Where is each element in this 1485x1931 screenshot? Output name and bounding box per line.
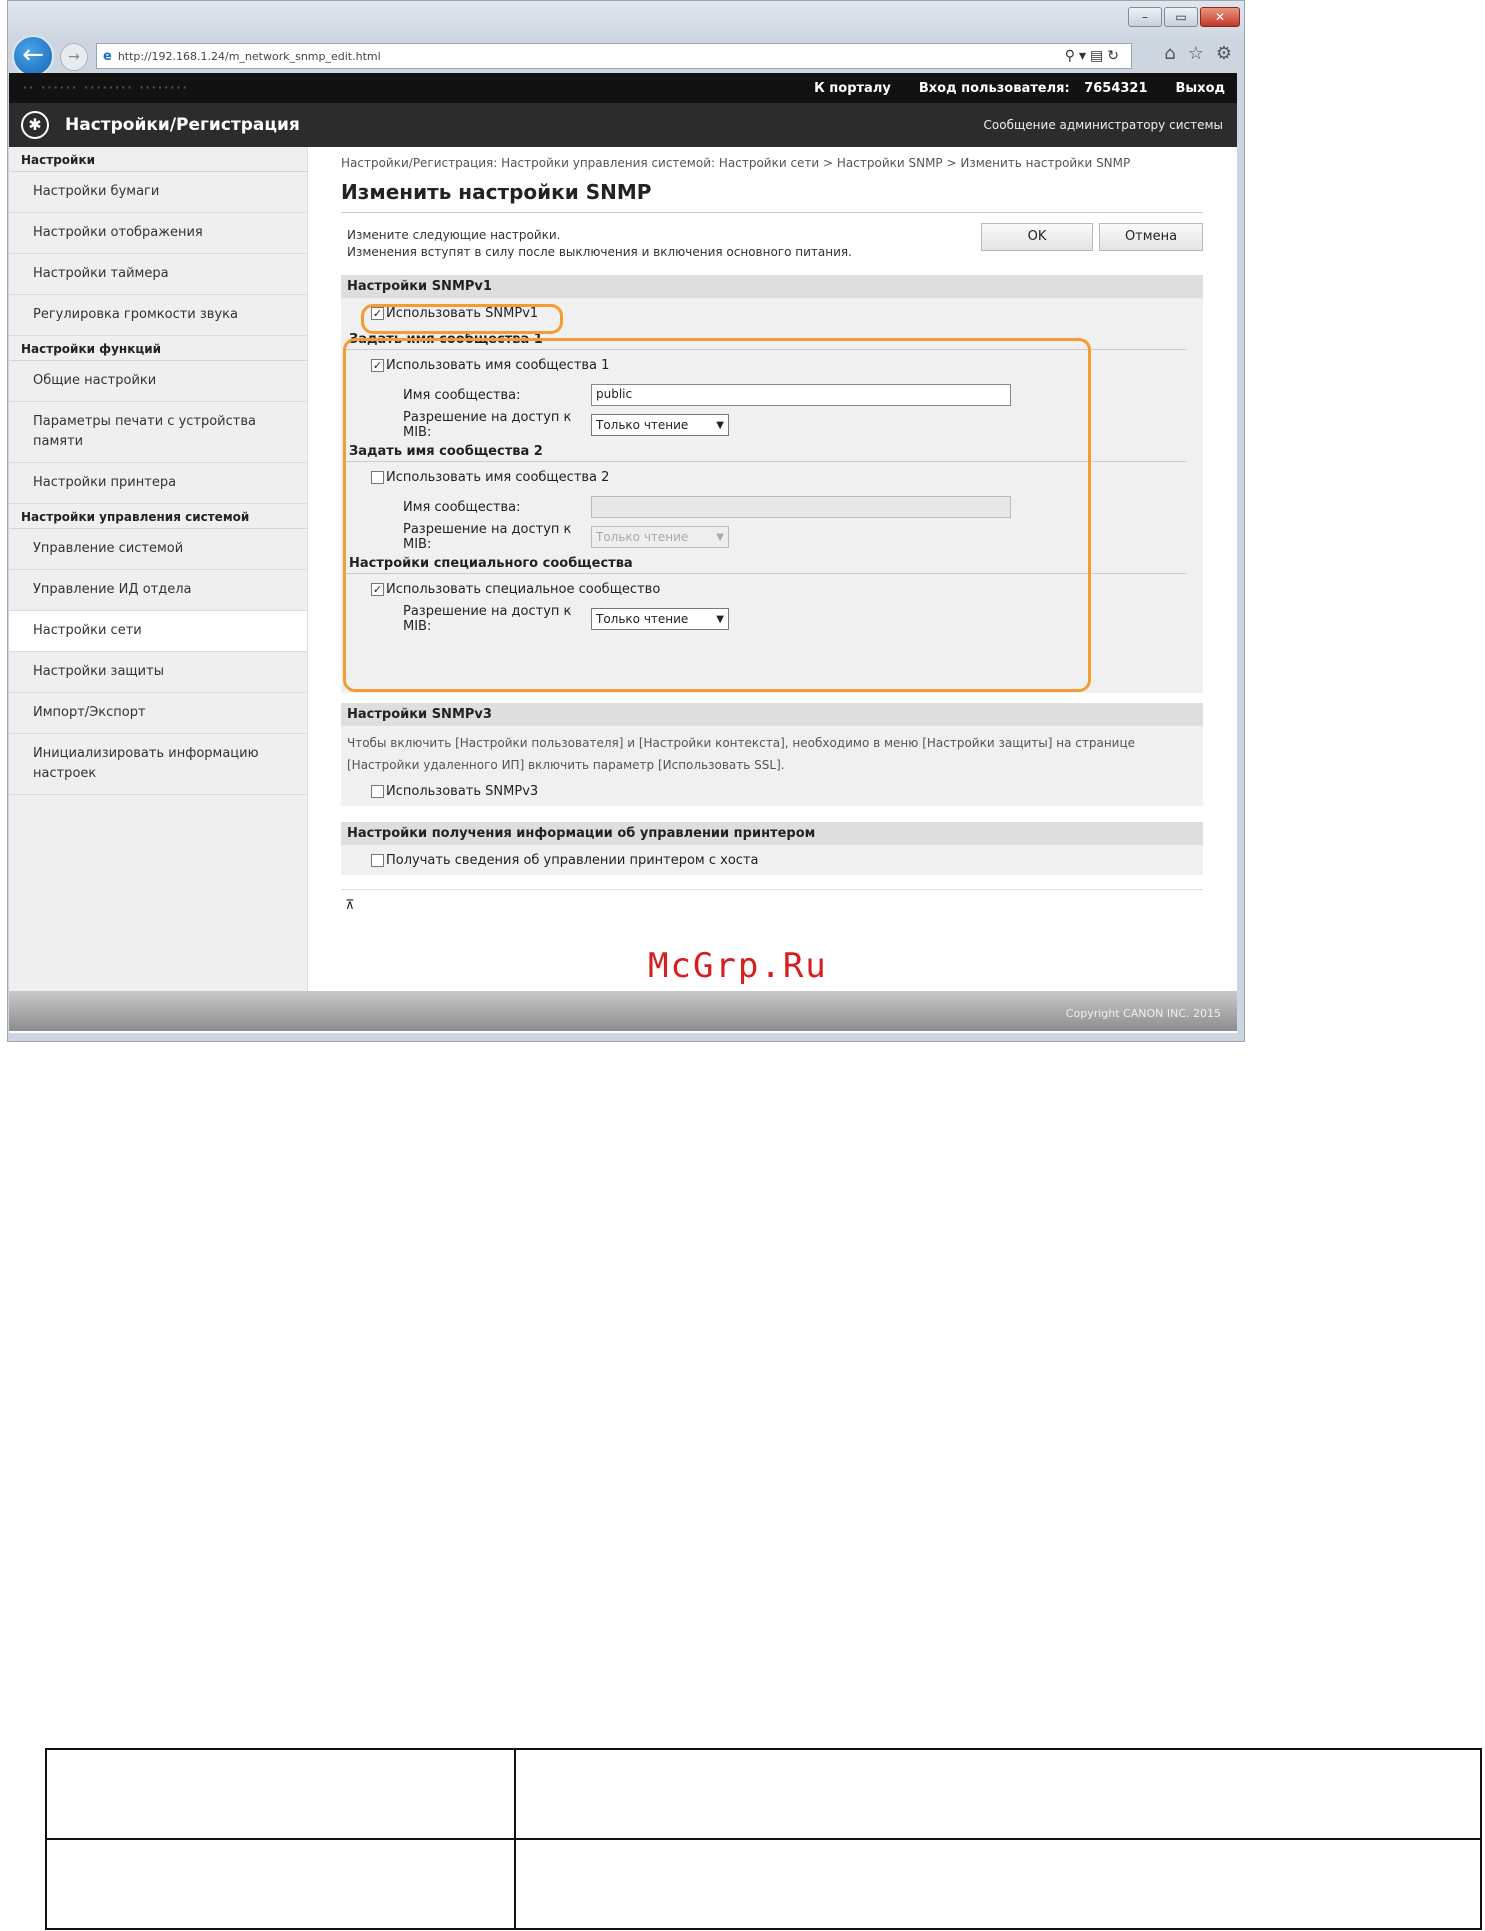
sidebar-item-system[interactable]: Управление системой [9, 529, 307, 570]
close-button[interactable]: ✕ [1200, 7, 1240, 27]
browser-window: – ▭ ✕ ← → e http://192.168.1.24/m_networ… [7, 0, 1245, 1042]
sidebar-item-import-export[interactable]: Импорт/Экспорт [9, 693, 307, 734]
main-content: Настройки/Регистрация: Настройки управле… [341, 147, 1203, 913]
table-cell [514, 1748, 1482, 1840]
ok-button[interactable]: OK [981, 223, 1093, 251]
sidebar-group-management: Настройки управления системой [9, 504, 307, 529]
table-row [45, 1838, 1482, 1930]
use-snmpv3-label: Использовать SNMPv3 [386, 783, 539, 799]
printer-info-section: Настройки получения информации об управл… [341, 822, 1203, 875]
home-icon[interactable]: ⌂ [1164, 43, 1175, 64]
table-cell [45, 1838, 516, 1930]
sidebar-item-common[interactable]: Общие настройки [9, 361, 307, 402]
ie-logo-icon: e [103, 48, 112, 64]
printer-info-heading: Настройки получения информации об управл… [341, 822, 1203, 845]
watermark-text: McGrp.Ru [648, 946, 828, 986]
top-user-bar: ·· ······ ········ ········ К порталу Вх… [9, 73, 1237, 103]
empty-table [45, 1748, 1482, 1930]
use-snmpv3-checkbox[interactable] [371, 784, 384, 798]
sidebar-item-volume[interactable]: Регулировка громкости звука [9, 295, 307, 336]
snmpv3-heading: Настройки SNMPv3 [341, 703, 1203, 726]
favorites-star-icon[interactable]: ☆ [1188, 43, 1204, 64]
sidebar-item-printer[interactable]: Настройки принтера [9, 463, 307, 504]
window-controls: – ▭ ✕ [1126, 7, 1240, 27]
use-snmpv3-row: Использовать SNMPv3 [341, 776, 1203, 806]
sidebar-item-display[interactable]: Настройки отображения [9, 213, 307, 254]
snmpv1-section: Настройки SNMPv1 ✓ Использовать SNMPv1 З… [341, 275, 1203, 693]
sidebar-item-dept-id[interactable]: Управление ИД отдела [9, 570, 307, 611]
sidebar-item-network[interactable]: Настройки сети [9, 611, 307, 652]
to-top-row: ⊼ [341, 889, 1203, 913]
page-viewport: ·· ······ ········ ········ К порталу Вх… [9, 73, 1237, 1033]
highlight-community-settings [343, 338, 1091, 692]
settings-logo-icon: ✱ [21, 111, 49, 139]
breadcrumb: Настройки/Регистрация: Настройки управле… [341, 156, 1131, 170]
user-id: 7654321 [1084, 80, 1148, 96]
logout-link[interactable]: Выход [1176, 81, 1225, 96]
back-arrow-icon[interactable]: ← [12, 35, 54, 77]
sidebar: Настройки Настройки бумаги Настройки ото… [9, 147, 308, 991]
to-top-icon[interactable]: ⊼ [345, 898, 355, 913]
app-title: Настройки/Регистрация [65, 115, 300, 135]
printer-info-checkbox[interactable] [371, 853, 384, 867]
forward-arrow-icon[interactable]: → [60, 43, 88, 71]
login-info: Вход пользователя: 7654321 [919, 81, 1148, 96]
search-refresh-icons[interactable]: ⚲▾▤↻ [1065, 48, 1131, 64]
sidebar-item-initialize[interactable]: Инициализировать информацию настроек [9, 734, 307, 795]
highlight-snmpv1-checkbox [361, 304, 563, 334]
table-cell [45, 1748, 516, 1840]
table-cell [514, 1838, 1482, 1930]
snmpv3-section: Настройки SNMPv3 Чтобы включить [Настрой… [341, 703, 1203, 806]
page-title: Изменить настройки SNMP [341, 180, 1203, 213]
printer-info-row: Получать сведения об управлении принтеро… [341, 845, 1203, 875]
url-text: http://192.168.1.24/m_network_snmp_edit.… [117, 49, 381, 63]
portal-link[interactable]: К порталу [814, 81, 891, 96]
snmpv3-note: Чтобы включить [Настройки пользователя] … [347, 736, 1136, 772]
table-row [45, 1748, 1482, 1840]
sidebar-item-timer[interactable]: Настройки таймера [9, 254, 307, 295]
sidebar-item-paper[interactable]: Настройки бумаги [9, 172, 307, 213]
blurred-device-info: ·· ······ ········ ········ [23, 81, 189, 94]
cancel-button[interactable]: Отмена [1099, 223, 1203, 251]
intro-block: Измените следующие настройки. Изменения … [341, 219, 1203, 269]
sidebar-group-functions: Настройки функций [9, 336, 307, 361]
sidebar-group-settings: Настройки [9, 147, 307, 172]
login-label: Вход пользователя: [918, 80, 1070, 96]
app-header: ✱ Настройки/Регистрация Сообщение админи… [9, 103, 1237, 147]
snmpv1-heading: Настройки SNMPv1 [341, 275, 1203, 298]
admin-message-link[interactable]: Сообщение администратору системы [984, 118, 1223, 132]
sidebar-item-security[interactable]: Настройки защиты [9, 652, 307, 693]
sidebar-item-memory-print[interactable]: Параметры печати с устройства памяти [9, 402, 307, 463]
maximize-button[interactable]: ▭ [1164, 7, 1198, 27]
browser-toolbar: ⌂ ☆ ⚙ [1164, 43, 1232, 64]
minimize-button[interactable]: – [1128, 7, 1162, 27]
printer-info-label: Получать сведения об управлении принтеро… [386, 852, 759, 868]
settings-gear-icon[interactable]: ⚙ [1216, 43, 1232, 64]
copyright-bar: Copyright CANON INC. 2015 [9, 991, 1237, 1031]
address-bar[interactable]: e http://192.168.1.24/m_network_snmp_edi… [96, 43, 1132, 69]
